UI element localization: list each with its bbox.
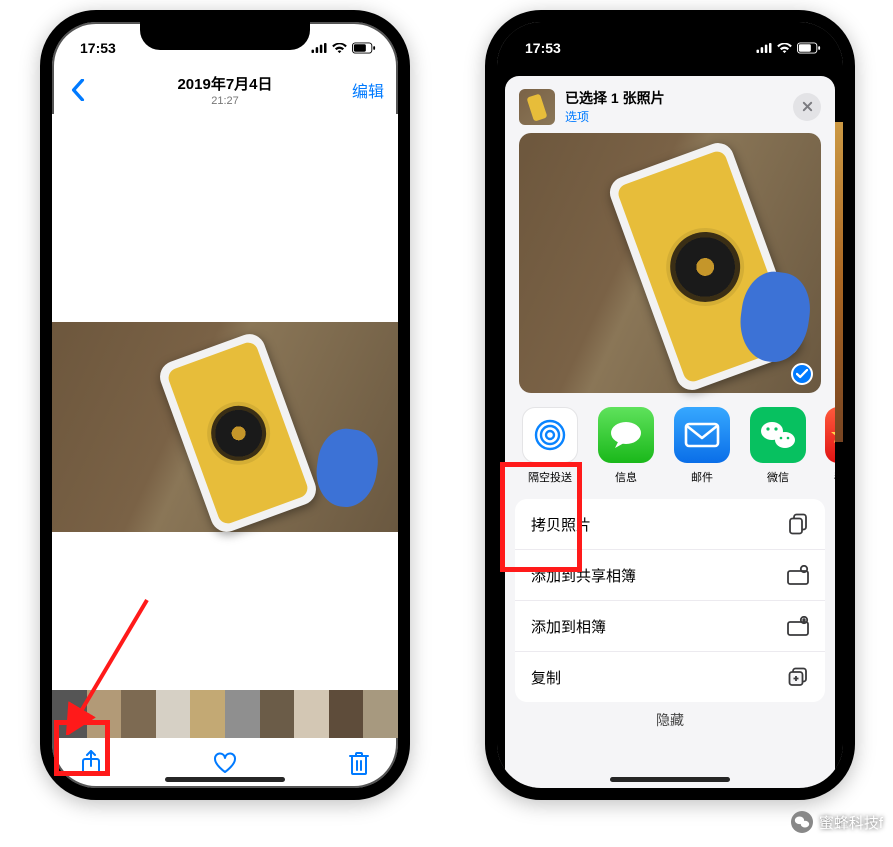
sheet-header: 已选择 1 张照片 选项 <box>505 76 835 133</box>
favorite-button[interactable] <box>212 750 238 776</box>
share-app-messages[interactable]: 信息 <box>595 407 657 485</box>
heart-icon <box>213 752 237 774</box>
shared-album-icon <box>787 564 809 586</box>
action-copy-photo[interactable]: 拷贝照片 <box>515 499 825 550</box>
action-duplicate[interactable]: 复制 <box>515 652 825 702</box>
sheet-thumbnail <box>519 89 555 125</box>
share-app-extra[interactable]: 手 <box>823 407 835 485</box>
watermark-text: 蜜蜂科技f <box>819 812 883 833</box>
trash-icon <box>349 751 369 775</box>
share-sheet: 已选择 1 张照片 选项 <box>505 76 835 788</box>
watermark: 蜜蜂科技f <box>791 811 883 833</box>
app-label: 邮件 <box>691 469 713 485</box>
battery-icon <box>352 42 376 54</box>
app-label: 微信 <box>767 469 789 485</box>
notch <box>140 20 310 50</box>
photo-viewer[interactable] <box>52 114 398 690</box>
cellular-icon <box>756 43 772 53</box>
action-shared-album[interactable]: 添加到共享相簿 <box>515 550 825 601</box>
close-button[interactable] <box>793 93 821 121</box>
battery-icon <box>797 42 821 54</box>
phone-left: 17:53 2019年7月4日 21:27 编辑 <box>40 10 410 800</box>
wifi-icon <box>777 43 792 54</box>
wifi-icon <box>332 43 347 54</box>
back-button[interactable] <box>66 78 90 102</box>
selected-check-icon <box>791 363 813 385</box>
mail-icon <box>674 407 730 463</box>
add-album-icon <box>787 615 809 637</box>
nav-date: 2019年7月4日 <box>52 73 398 94</box>
preview-photo <box>519 133 821 393</box>
sheet-title-block: 已选择 1 张照片 选项 <box>565 88 665 125</box>
notch <box>585 20 755 50</box>
phone-right: 17:53 已选择 1 张照片 选项 <box>485 10 855 800</box>
home-indicator[interactable] <box>610 777 730 782</box>
wechat-icon <box>750 407 806 463</box>
airdrop-icon <box>522 407 578 463</box>
screen-photos-viewer: 17:53 2019年7月4日 21:27 编辑 <box>52 22 398 788</box>
app-label: 信息 <box>615 469 637 485</box>
messages-icon <box>598 407 654 463</box>
close-icon <box>802 101 813 112</box>
nav-bar: 2019年7月4日 21:27 编辑 <box>52 66 398 114</box>
sheet-preview[interactable] <box>505 133 835 403</box>
extra-app-icon <box>825 407 835 463</box>
app-label: 隔空投送 <box>528 469 572 485</box>
action-label: 添加到相簿 <box>531 616 606 637</box>
edit-button[interactable]: 编辑 <box>352 78 384 102</box>
share-app-airdrop[interactable]: 隔空投送 <box>519 407 581 485</box>
chevron-left-icon <box>71 79 85 101</box>
action-label: 添加到共享相簿 <box>531 565 636 586</box>
share-apps-row[interactable]: 隔空投送 信息 邮件 <box>505 403 835 499</box>
wechat-watermark-icon <box>791 811 813 833</box>
app-label: 手 <box>834 469 836 485</box>
status-time: 17:53 <box>80 40 116 56</box>
cellular-icon <box>311 43 327 53</box>
action-add-album[interactable]: 添加到相簿 <box>515 601 825 652</box>
screen-share-sheet: 17:53 已选择 1 张照片 选项 <box>497 22 843 788</box>
duplicate-icon <box>787 666 809 688</box>
action-label: 复制 <box>531 667 561 688</box>
thumbnail-strip[interactable] <box>52 690 398 738</box>
sheet-options-link[interactable]: 选项 <box>565 108 665 125</box>
nav-title: 2019年7月4日 21:27 <box>52 73 398 107</box>
action-list: 拷贝照片 添加到共享相簿 添加到相簿 <box>515 499 825 702</box>
delete-button[interactable] <box>346 750 372 776</box>
copy-icon <box>787 513 809 535</box>
action-label: 拷贝照片 <box>531 514 591 535</box>
share-button[interactable] <box>78 750 104 776</box>
nav-time: 21:27 <box>52 95 398 107</box>
status-time: 17:53 <box>525 40 561 56</box>
action-truncated[interactable]: 隐藏 <box>505 702 835 734</box>
home-indicator[interactable] <box>165 777 285 782</box>
share-app-wechat[interactable]: 微信 <box>747 407 809 485</box>
status-icons <box>311 42 376 54</box>
share-icon <box>81 750 101 776</box>
sheet-title: 已选择 1 张照片 <box>565 88 665 108</box>
status-icons <box>756 42 821 54</box>
share-app-mail[interactable]: 邮件 <box>671 407 733 485</box>
photo-content <box>52 322 398 532</box>
